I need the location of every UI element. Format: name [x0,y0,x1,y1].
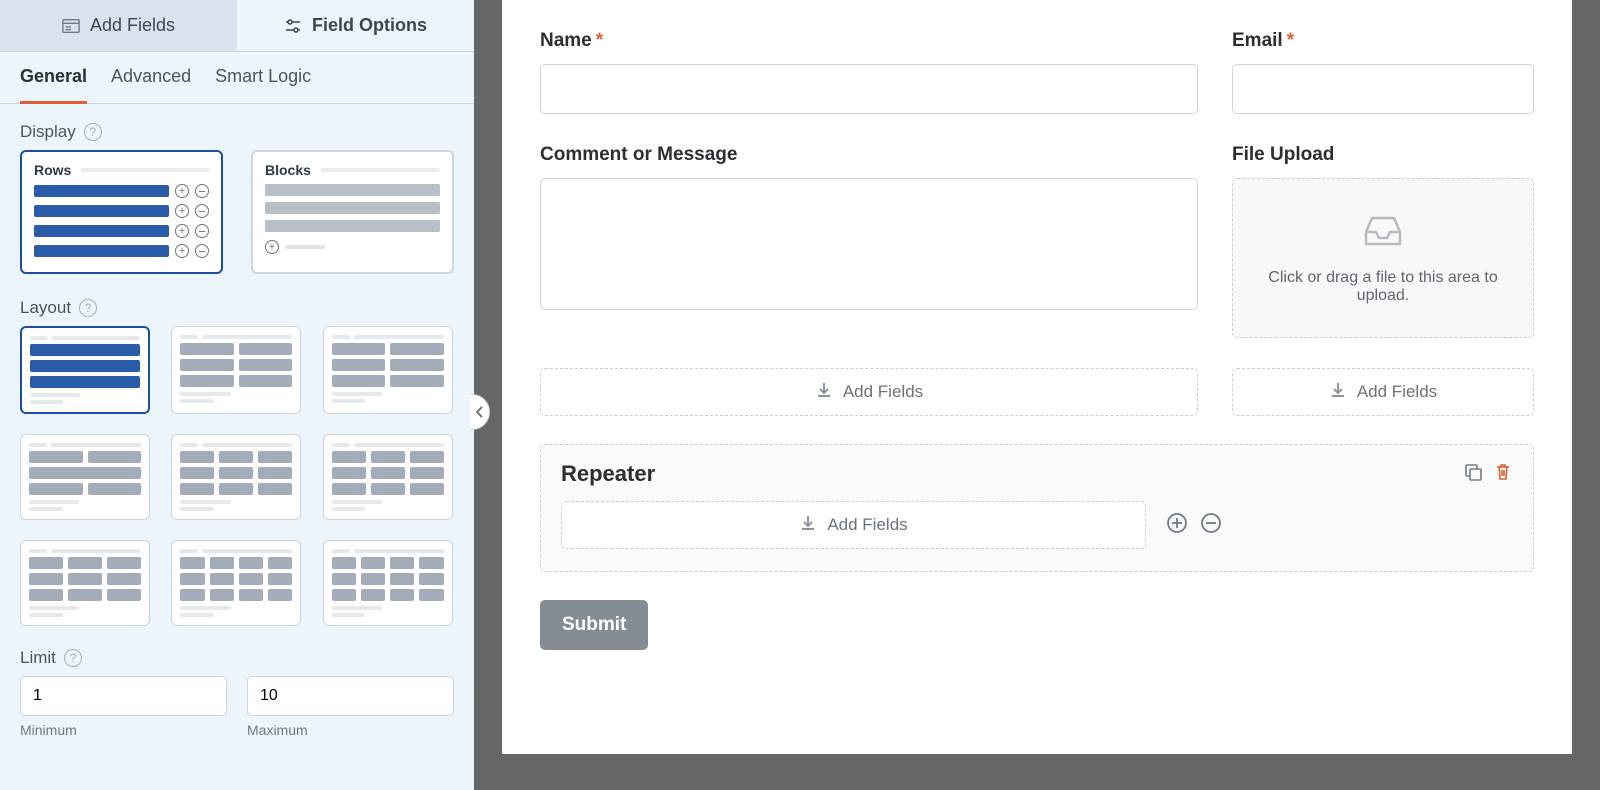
required-mark: * [596,30,603,52]
layout-grid [20,326,454,626]
repeater-add-label: Add Fields [827,515,907,535]
layout-3col-a[interactable] [171,434,301,520]
display-label: Display [20,122,76,142]
layout-1col[interactable] [20,326,150,414]
minus-icon: − [195,224,209,238]
add-fields-left-label: Add Fields [843,382,923,402]
name-label: Name [540,30,592,52]
subtab-advanced[interactable]: Advanced [111,66,191,103]
repeater-add-fields[interactable]: Add Fields [561,501,1146,549]
repeater-label: Repeater [561,461,655,487]
subtab-general[interactable]: General [20,66,87,104]
help-icon[interactable]: ? [84,123,102,141]
sidebar: Add Fields Field Options General Advance… [0,0,474,790]
layout-3col-b[interactable] [323,434,453,520]
email-input[interactable] [1232,64,1534,114]
download-icon [1329,381,1347,404]
submit-button[interactable]: Submit [540,600,648,650]
limit-max-input[interactable] [247,676,454,716]
download-icon [815,381,833,404]
duplicate-icon[interactable] [1463,462,1483,487]
upload-label: File Upload [1232,144,1334,166]
limit-min-label: Minimum [20,722,227,738]
minus-icon: − [195,244,209,258]
comment-input[interactable] [540,178,1198,310]
minus-circle-icon[interactable] [1200,512,1222,539]
tab-field-options[interactable]: Field Options [237,0,474,51]
tab-add-fields[interactable]: Add Fields [0,0,237,51]
layout-3col-c[interactable] [20,540,150,626]
comment-label: Comment or Message [540,144,737,166]
upload-hint: Click or drag a file to this area to upl… [1253,269,1513,305]
trash-icon[interactable] [1493,462,1513,487]
plus-icon: + [175,204,189,218]
display-option-rows-label: Rows [34,162,71,178]
layout-4col-b[interactable] [323,540,453,626]
inbox-icon [1362,212,1404,253]
display-option-rows[interactable]: Rows +− +− +− +− [20,150,223,274]
layout-2col-b[interactable] [323,326,453,414]
plus-icon: + [175,224,189,238]
plus-icon: + [175,184,189,198]
subtab-smart-logic[interactable]: Smart Logic [215,66,311,103]
minus-icon: − [195,204,209,218]
sliders-icon [284,17,302,35]
help-icon[interactable]: ? [64,649,82,667]
page-icon [62,17,80,35]
tab-add-fields-label: Add Fields [90,15,175,36]
display-option-blocks-label: Blocks [265,162,311,178]
name-input[interactable] [540,64,1198,114]
limit-max-label: Maximum [247,722,454,738]
layout-label: Layout [20,298,71,318]
limit-label: Limit [20,648,56,668]
help-icon[interactable]: ? [79,299,97,317]
tab-field-options-label: Field Options [312,15,427,36]
add-fields-left[interactable]: Add Fields [540,368,1198,416]
plus-circle-icon[interactable] [1166,512,1188,539]
limit-min-input[interactable] [20,676,227,716]
download-icon [799,514,817,537]
plus-icon: + [265,240,279,254]
file-upload-dropzone[interactable]: Click or drag a file to this area to upl… [1232,178,1534,338]
add-fields-right[interactable]: Add Fields [1232,368,1534,416]
display-option-blocks[interactable]: Blocks + [251,150,454,274]
email-label: Email [1232,30,1283,52]
required-mark: * [1287,30,1294,52]
plus-icon: + [175,244,189,258]
layout-4col-a[interactable] [171,540,301,626]
layout-2col-c[interactable] [20,434,150,520]
form-preview: Name* Email* Comment or Message File Upl… [502,0,1572,754]
minus-icon: − [195,184,209,198]
add-fields-right-label: Add Fields [1357,382,1437,402]
layout-2col-a[interactable] [171,326,301,414]
repeater-field[interactable]: Repeater Add F [540,444,1534,572]
